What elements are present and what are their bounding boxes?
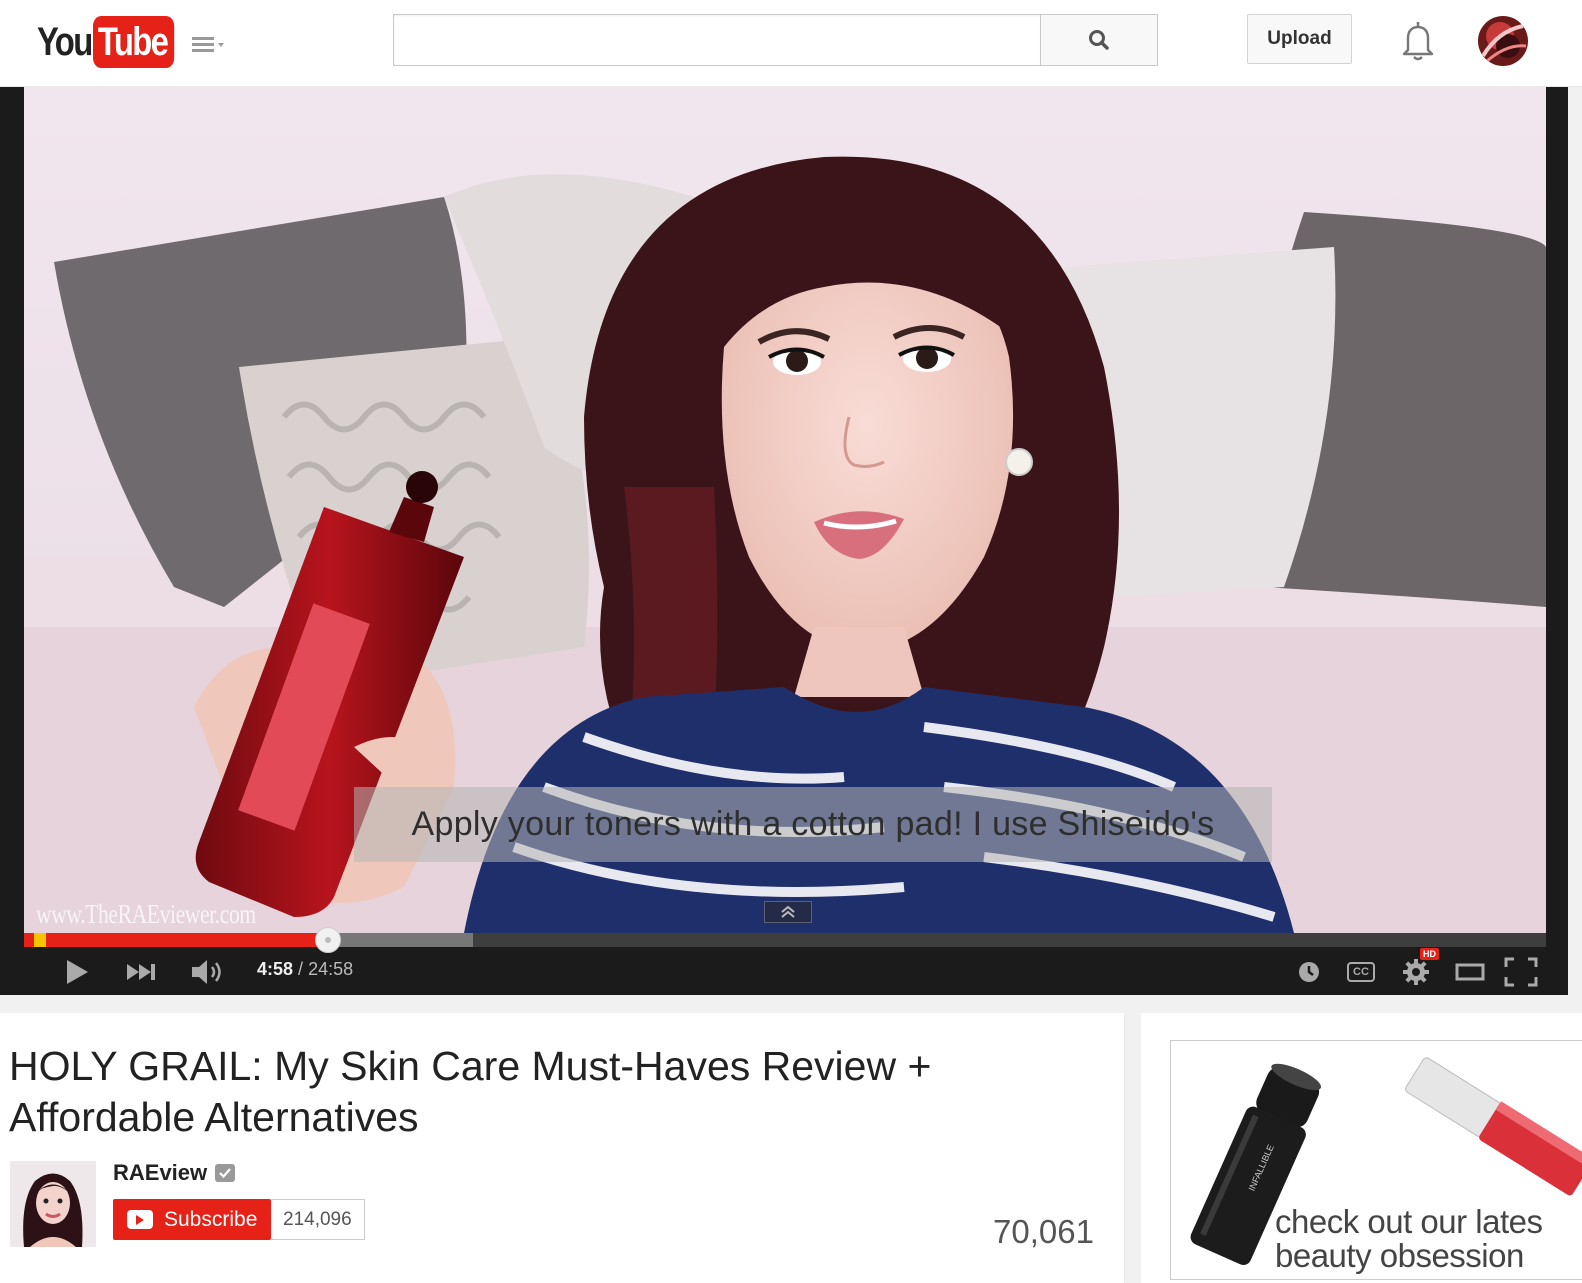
fullscreen-icon <box>1504 957 1538 987</box>
theater-mode-button[interactable] <box>1454 957 1486 987</box>
channel-avatar[interactable] <box>10 1161 96 1247</box>
chevron-down-icon <box>218 43 224 47</box>
video-info-panel: HOLY GRAIL: My Skin Care Must-Haves Revi… <box>0 1013 1124 1283</box>
time-display: 4:58 / 24:58 <box>257 959 353 980</box>
notifications-bell-icon[interactable] <box>1398 20 1438 62</box>
play-icon <box>67 960 88 984</box>
masthead: You Tube Upload <box>0 0 1582 87</box>
view-count: 70,061 <box>993 1213 1094 1250</box>
progress-bar[interactable] <box>24 927 1546 953</box>
ad-text: check out our lates beauty obsession <box>1275 1205 1543 1273</box>
fullscreen-button[interactable] <box>1502 957 1540 987</box>
ad-text-line2: beauty obsession <box>1275 1237 1524 1274</box>
chevron-up-icon <box>781 905 795 918</box>
subscriber-count: 214,096 <box>271 1199 365 1240</box>
clock-icon <box>1299 962 1319 982</box>
search-icon <box>1089 30 1109 50</box>
display-ad[interactable]: INFALLIBLE check out our lates beauty ob… <box>1170 1040 1582 1280</box>
play-button[interactable] <box>60 957 92 987</box>
duration: 24:58 <box>308 959 354 979</box>
next-icon <box>127 964 155 980</box>
subscribe-label: Subscribe <box>164 1207 258 1231</box>
search-input[interactable] <box>394 15 1041 65</box>
account-avatar[interactable] <box>1478 16 1528 66</box>
next-button[interactable] <box>124 957 158 987</box>
subscribe-button[interactable]: Subscribe <box>113 1199 271 1240</box>
ad-marker <box>34 933 46 947</box>
volume-button[interactable] <box>188 957 228 987</box>
hd-badge: HD <box>1420 948 1439 960</box>
channel-name: RAEview <box>113 1160 208 1185</box>
theater-icon <box>1455 963 1485 981</box>
time-separator: / <box>298 959 304 979</box>
guide-menu-button[interactable] <box>192 33 232 57</box>
played-bar <box>24 933 329 947</box>
settings-button[interactable]: HD <box>1398 948 1439 987</box>
volume-icon <box>192 960 221 984</box>
video-player: Apply your toners with a cotton pad! I u… <box>0 87 1568 995</box>
watch-later-button[interactable] <box>1296 957 1322 987</box>
upload-button[interactable]: Upload <box>1247 14 1352 64</box>
youtube-logo[interactable]: You Tube <box>37 16 192 68</box>
youtube-play-icon <box>127 1210 153 1229</box>
current-time: 4:58 <box>257 959 294 979</box>
gear-icon <box>1403 959 1429 985</box>
search-button[interactable] <box>1040 14 1158 66</box>
search-box <box>393 14 1041 66</box>
video-frame[interactable]: Apply your toners with a cotton pad! I u… <box>24 87 1546 933</box>
ad-text-line1: check out our lates <box>1275 1203 1543 1240</box>
logo-you-text: You <box>37 19 93 64</box>
captions-button[interactable]: CC <box>1346 957 1376 987</box>
cc-icon: CC <box>1347 962 1375 982</box>
sidebar: INFALLIBLE check out our lates beauty ob… <box>1141 1013 1582 1283</box>
video-watermark: www.TheRAEviewer.com <box>36 899 256 929</box>
logo-tube-text: Tube <box>93 16 174 68</box>
closed-caption-text: Apply your toners with a cotton pad! I u… <box>354 787 1272 862</box>
hamburger-icon <box>192 37 214 53</box>
player-controls: 4:58 / 24:58 CC HD <box>0 947 1568 995</box>
verified-check-icon <box>215 1164 236 1182</box>
channel-name-link[interactable]: RAEview <box>113 1160 236 1186</box>
video-title: HOLY GRAIL: My Skin Care Must-Haves Revi… <box>9 1043 932 1140</box>
expand-caption-button[interactable] <box>764 901 812 923</box>
